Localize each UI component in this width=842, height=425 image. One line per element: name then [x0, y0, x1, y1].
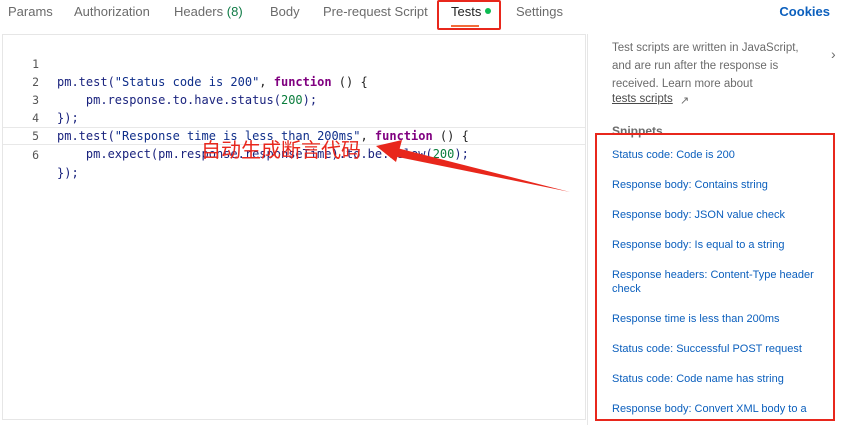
snippets-sidebar: Test scripts are written in JavaScript, …: [587, 34, 842, 425]
tab-pre-request-script[interactable]: Pre-request Script: [323, 4, 428, 19]
snippet-item[interactable]: Response body: Is equal to a string: [612, 238, 834, 252]
tests-tab-highlight-box: [437, 0, 501, 30]
code-token: });: [57, 166, 79, 180]
request-tab-bar: Params Authorization Headers (8) Body Pr…: [0, 0, 842, 32]
code-token: 200: [432, 147, 455, 161]
snippet-item[interactable]: Response body: Contains string: [612, 178, 834, 192]
snippet-item[interactable]: Status code: Code is 200: [612, 148, 834, 162]
external-link-icon: ↗: [680, 95, 690, 107]
tests-code-editor[interactable]: 1 pm.test("Status code is 200", function…: [2, 34, 586, 420]
snippet-item[interactable]: Status code: Code name has string: [612, 372, 834, 386]
tab-authorization[interactable]: Authorization: [74, 4, 150, 19]
tab-headers[interactable]: Headers (8): [174, 4, 243, 19]
tests-scripts-link[interactable]: tests scripts: [612, 93, 673, 105]
code-line: 5 pm.expect(pm.response.responseTime).to…: [3, 109, 585, 161]
code-token: );: [454, 147, 469, 161]
code-line: 3 });: [3, 73, 585, 125]
chevron-right-icon[interactable]: ›: [831, 46, 836, 62]
tab-body[interactable]: Body: [270, 4, 300, 19]
snippet-item[interactable]: Status code: Successful POST request: [612, 342, 834, 356]
tab-headers-count: (8): [226, 4, 243, 19]
code-line: 2 pm.response.to.have.status(200);: [3, 55, 585, 107]
snippet-item[interactable]: Response headers: Content-Type header ch…: [612, 268, 834, 296]
tab-headers-label: Headers: [174, 4, 224, 19]
cookies-link[interactable]: Cookies: [779, 4, 830, 19]
snippet-item[interactable]: Response body: Convert XML body to a: [612, 402, 834, 416]
line-number: 6: [32, 148, 39, 162]
code-line: 1 pm.test("Status code is 200", function…: [3, 37, 585, 89]
snippet-item[interactable]: Response body: JSON value check: [612, 208, 834, 222]
code-line: 4 pm.test("Response time is less than 20…: [3, 91, 585, 143]
snippet-item[interactable]: Response time is less than 200ms: [612, 312, 834, 326]
tab-params[interactable]: Params: [8, 4, 53, 19]
tab-settings[interactable]: Settings: [516, 4, 563, 19]
code-text: });: [57, 164, 79, 182]
tests-help-text: Test scripts are written in JavaScript, …: [612, 42, 799, 90]
annotation-label: 自动生成断言代码: [201, 138, 361, 162]
